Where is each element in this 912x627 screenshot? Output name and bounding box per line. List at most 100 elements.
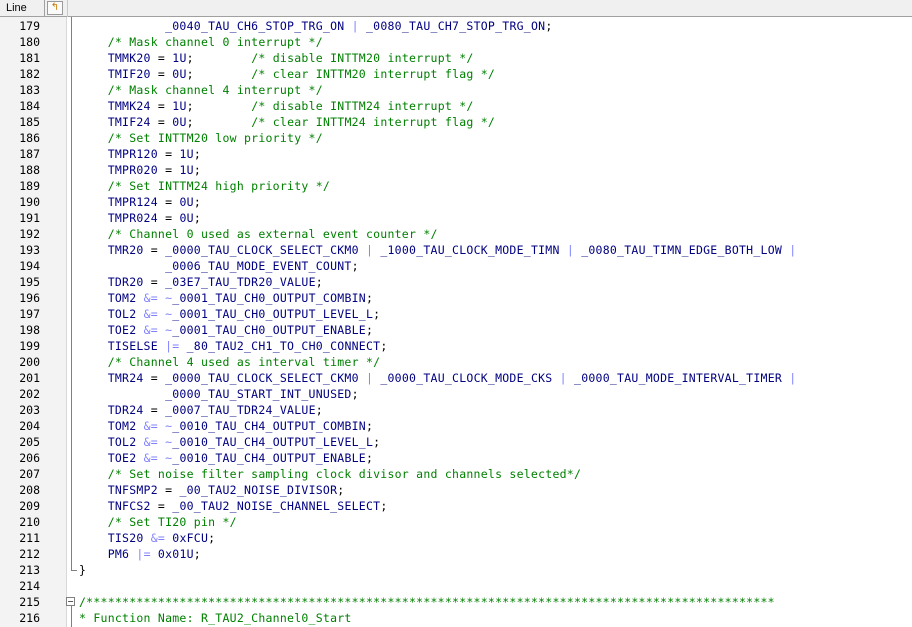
code-line[interactable]: 193 TMR20 = _0000_TAU_CLOCK_SELECT_CKM0 … xyxy=(0,242,912,258)
code-token: _0000_TAU_CLOCK_MODE_CKS xyxy=(380,371,553,385)
code-line[interactable]: 185 TMIF24 = 0U; /* clear INTTM24 interr… xyxy=(0,114,912,130)
code-line[interactable]: 201 TMR24 = _0000_TAU_CLOCK_SELECT_CKM0 … xyxy=(0,370,912,386)
code-text[interactable]: TOE2 &= ~_0010_TAU_CH4_OUTPUT_ENABLE; xyxy=(79,450,373,466)
code-text[interactable]: TOL2 &= ~_0001_TAU_CH0_OUTPUT_LEVEL_L; xyxy=(79,306,380,322)
code-text[interactable]: TDR20 = _03E7_TAU_TDR20_VALUE; xyxy=(79,274,323,290)
line-number: 181 xyxy=(19,51,40,65)
code-text[interactable]: /* Set INTTM24 high priority */ xyxy=(79,178,330,194)
code-text[interactable]: TOM2 &= ~_0001_TAU_CH0_OUTPUT_COMBIN; xyxy=(79,290,373,306)
code-text[interactable]: TOE2 &= ~_0001_TAU_CH0_OUTPUT_ENABLE; xyxy=(79,322,373,338)
code-text[interactable]: /* Set TI20 pin */ xyxy=(79,514,237,530)
code-line[interactable]: 187 TMPR120 = 1U; xyxy=(0,146,912,162)
code-line[interactable]: 183 /* Mask channel 4 interrupt */ xyxy=(0,82,912,98)
code-text[interactable]: /* Mask channel 4 interrupt */ xyxy=(79,82,323,98)
code-token: _0080_TAU_TIMN_EDGE_BOTH_LOW xyxy=(581,243,783,257)
code-text[interactable]: TMPR124 = 0U; xyxy=(79,194,201,210)
code-text[interactable]: _0040_TAU_CH6_STOP_TRG_ON | _0080_TAU_CH… xyxy=(79,18,553,34)
code-line[interactable]: 211 TIS20 &= 0xFCU; xyxy=(0,530,912,546)
code-token: _0006_TAU_MODE_EVENT_COUNT xyxy=(79,259,352,273)
code-text[interactable]: TOM2 &= ~_0010_TAU_CH4_OUTPUT_COMBIN; xyxy=(79,418,373,434)
line-number: 191 xyxy=(19,211,40,225)
code-line[interactable]: 180 /* Mask channel 0 interrupt */ xyxy=(0,34,912,50)
code-text[interactable]: TNFCS2 = _00_TAU2_NOISE_CHANNEL_SELECT; xyxy=(79,498,388,514)
code-token: ; xyxy=(193,547,201,561)
code-text[interactable]: PM6 |= 0x01U; xyxy=(79,546,201,562)
code-line[interactable]: 210 /* Set TI20 pin */ xyxy=(0,514,912,530)
code-text[interactable]: * Function Name: R_TAU2_Channel0_Start xyxy=(79,610,352,626)
code-line[interactable]: 194 _0006_TAU_MODE_EVENT_COUNT; xyxy=(0,258,912,274)
fold-collapse-icon[interactable]: − xyxy=(66,597,75,606)
code-token: TOM2 xyxy=(79,419,137,433)
code-line[interactable]: 203 TDR24 = _0007_TAU_TDR24_VALUE; xyxy=(0,402,912,418)
code-text[interactable]: _0006_TAU_MODE_EVENT_COUNT; xyxy=(79,258,359,274)
code-token: TIS20 xyxy=(79,531,144,545)
code-line[interactable]: 215 /************************************… xyxy=(0,594,912,610)
code-line[interactable]: 200 /* Channel 4 used as interval timer … xyxy=(0,354,912,370)
code-line[interactable]: 182 TMIF20 = 0U; /* clear INTTM20 interr… xyxy=(0,66,912,82)
line-number: 192 xyxy=(19,227,40,241)
code-token: ; xyxy=(186,115,252,129)
code-line[interactable]: 207 /* Set noise filter sampling clock d… xyxy=(0,466,912,482)
editor-header: Line ↰ xyxy=(0,0,912,17)
code-text[interactable]: TIS20 &= 0xFCU; xyxy=(79,530,215,546)
code-token: ; xyxy=(365,291,374,305)
code-line[interactable]: 216 * Function Name: R_TAU2_Channel0_Star… xyxy=(0,610,912,626)
code-line[interactable]: 212 PM6 |= 0x01U; xyxy=(0,546,912,562)
code-line[interactable]: 191 TMPR024 = 0U; xyxy=(0,210,912,226)
code-text[interactable]: TOL2 &= ~_0010_TAU_CH4_OUTPUT_LEVEL_L; xyxy=(79,434,380,450)
code-token: = xyxy=(150,499,173,513)
code-line[interactable]: 196 TOM2 &= ~_0001_TAU_CH0_OUTPUT_COMBIN… xyxy=(0,290,912,306)
code-line[interactable]: 192 /* Channel 0 used as external event … xyxy=(0,226,912,242)
code-text[interactable]: TMPR120 = 1U; xyxy=(79,146,201,162)
code-line[interactable]: 206 TOE2 &= ~_0010_TAU_CH4_OUTPUT_ENABLE… xyxy=(0,450,912,466)
code-line[interactable]: 197 TOL2 &= ~_0001_TAU_CH0_OUTPUT_LEVEL_… xyxy=(0,306,912,322)
bookmark-arrow-icon[interactable]: ↰ xyxy=(47,1,63,15)
code-text[interactable]: TMMK20 = 1U; /* disable INTTM20 interrup… xyxy=(79,50,474,66)
code-text[interactable]: TISELSE |= _80_TAU2_CH1_TO_CH0_CONNECT; xyxy=(79,338,388,354)
code-token: _0010_TAU_CH4_OUTPUT_ENABLE xyxy=(172,451,366,465)
code-text[interactable]: TMIF20 = 0U; /* clear INTTM20 interrupt … xyxy=(79,66,495,82)
line-number: 212 xyxy=(19,547,40,561)
code-line[interactable]: 205 TOL2 &= ~_0010_TAU_CH4_OUTPUT_LEVEL_… xyxy=(0,434,912,450)
code-token: TOE2 xyxy=(79,451,137,465)
code-text[interactable]: /* Channel 4 used as interval timer */ xyxy=(79,354,380,370)
code-text[interactable]: TNFSMP2 = _00_TAU2_NOISE_DIVISOR; xyxy=(79,482,345,498)
code-text[interactable]: /* Mask channel 0 interrupt */ xyxy=(79,34,323,50)
code-line[interactable]: 189 /* Set INTTM24 high priority */ xyxy=(0,178,912,194)
code-text[interactable]: TMPR020 = 1U; xyxy=(79,162,201,178)
code-line[interactable]: 184 TMMK24 = 1U; /* disable INTTM24 inte… xyxy=(0,98,912,114)
code-text[interactable]: /* Set INTTM20 low priority */ xyxy=(79,130,323,146)
code-line[interactable]: 208 TNFSMP2 = _00_TAU2_NOISE_DIVISOR; xyxy=(0,482,912,498)
code-token: ; xyxy=(365,451,374,465)
code-line[interactable]: 198 TOE2 &= ~_0001_TAU_CH0_OUTPUT_ENABLE… xyxy=(0,322,912,338)
code-line[interactable]: 181 TMMK20 = 1U; /* disable INTTM20 inte… xyxy=(0,50,912,66)
code-token: /* Channel 0 used as external event coun… xyxy=(79,227,438,241)
code-line[interactable]: 214 xyxy=(0,578,912,594)
code-line[interactable]: 202 _0000_TAU_START_INT_UNUSED; xyxy=(0,386,912,402)
code-text[interactable]: _0000_TAU_START_INT_UNUSED; xyxy=(79,386,359,402)
code-line[interactable]: 188 TMPR020 = 1U; xyxy=(0,162,912,178)
line-number: 205 xyxy=(19,435,40,449)
code-text[interactable]: TDR24 = _0007_TAU_TDR24_VALUE; xyxy=(79,402,323,418)
code-line[interactable]: 204 TOM2 &= ~_0010_TAU_CH4_OUTPUT_COMBIN… xyxy=(0,418,912,434)
code-text[interactable]: TMMK24 = 1U; /* disable INTTM24 interrup… xyxy=(79,98,474,114)
code-line[interactable]: 195 TDR20 = _03E7_TAU_TDR20_VALUE; xyxy=(0,274,912,290)
code-line[interactable]: 209 TNFCS2 = _00_TAU2_NOISE_CHANNEL_SELE… xyxy=(0,498,912,514)
code-text[interactable]: /***************************************… xyxy=(79,594,775,610)
line-number: 210 xyxy=(19,515,40,529)
code-line[interactable]: 199 TISELSE |= _80_TAU2_CH1_TO_CH0_CONNE… xyxy=(0,338,912,354)
code-token: _0001_TAU_CH0_OUTPUT_LEVEL_L xyxy=(172,307,374,321)
code-text[interactable]: TMIF24 = 0U; /* clear INTTM24 interrupt … xyxy=(79,114,495,130)
code-line[interactable]: 213} xyxy=(0,562,912,578)
code-text[interactable]: TMR24 = _0000_TAU_CLOCK_SELECT_CKM0 | _0… xyxy=(79,370,796,386)
code-text[interactable]: /* Set noise filter sampling clock divis… xyxy=(79,466,581,482)
code-token: &= xyxy=(136,307,166,321)
code-line[interactable]: 179 _0040_TAU_CH6_STOP_TRG_ON | _0080_TA… xyxy=(0,18,912,34)
code-text[interactable]: TMR20 = _0000_TAU_CLOCK_SELECT_CKM0 | _1… xyxy=(79,242,796,258)
code-token: TMIF20 xyxy=(79,67,151,81)
code-line[interactable]: 186 /* Set INTTM20 low priority */ xyxy=(0,130,912,146)
code-text[interactable]: TMPR024 = 0U; xyxy=(79,210,201,226)
code-line[interactable]: 190 TMPR124 = 0U; xyxy=(0,194,912,210)
code-text[interactable]: } xyxy=(79,562,86,578)
code-text[interactable]: /* Channel 0 used as external event coun… xyxy=(79,226,438,242)
